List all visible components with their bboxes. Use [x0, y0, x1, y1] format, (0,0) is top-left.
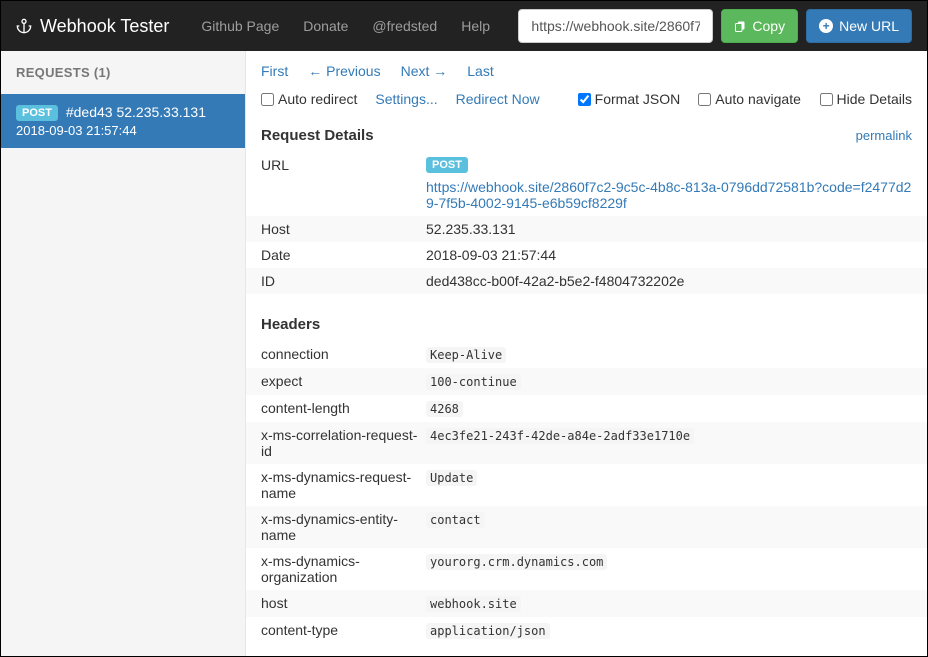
header-key: x-ms-dynamics-entity-name [261, 511, 426, 543]
format-json-toggle[interactable]: Format JSON [578, 91, 681, 107]
id-value: ded438cc-b00f-42a2-b5e2-f4804732202e [426, 273, 912, 289]
new-url-label: New URL [839, 18, 899, 34]
sidebar-header: REQUESTS (1) [1, 51, 245, 94]
auto-navigate-toggle[interactable]: Auto navigate [698, 91, 801, 107]
header-value: Update [426, 470, 477, 486]
header-key: x-ms-correlation-request-id [261, 427, 426, 459]
request-item[interactable]: POST #ded43 52.235.33.131 2018-09-03 21:… [1, 94, 245, 148]
headers-title: Headers [246, 308, 927, 341]
pager-first[interactable]: First [261, 63, 288, 79]
url-value-link[interactable]: https://webhook.site/2860f7c2-9c5c-4b8c-… [426, 179, 912, 211]
host-value: 52.235.33.131 [426, 221, 912, 237]
copy-icon [734, 19, 746, 33]
header-key: expect [261, 373, 426, 390]
nav-donate[interactable]: Donate [291, 3, 360, 49]
pager-next[interactable]: Next → [401, 63, 448, 79]
header-key: connection [261, 346, 426, 363]
new-url-button[interactable]: + New URL [806, 9, 912, 43]
date-value: 2018-09-03 21:57:44 [426, 247, 912, 263]
auto-navigate-checkbox[interactable] [698, 93, 711, 106]
pager: First ← Previous Next → Last [246, 51, 927, 85]
url-input[interactable] [518, 9, 713, 43]
content: First ← Previous Next → Last Auto redire… [246, 51, 927, 656]
auto-redirect-toggle[interactable]: Auto redirect [261, 91, 357, 107]
pager-prev[interactable]: ← Previous [308, 63, 380, 79]
header-key: x-ms-dynamics-request-name [261, 469, 426, 501]
nav-right: Copy + New URL [518, 9, 912, 43]
toolbar: Auto redirect Settings... Redirect Now F… [246, 85, 927, 119]
header-key: host [261, 595, 426, 612]
nav-help[interactable]: Help [449, 3, 502, 49]
nav-github[interactable]: Github Page [189, 3, 291, 49]
request-details-title: Request Details permalink [246, 119, 927, 152]
headers-table: connectionKeep-Aliveexpect100-continueco… [246, 341, 927, 644]
header-value: application/json [426, 623, 550, 639]
url-method-badge: POST [426, 157, 468, 173]
settings-link[interactable]: Settings... [375, 91, 437, 107]
header-key: x-ms-dynamics-organization [261, 553, 426, 585]
brand-text: Webhook Tester [40, 16, 169, 37]
nav-links: Github Page Donate @fredsted Help [189, 3, 502, 49]
brand[interactable]: Webhook Tester [16, 16, 169, 37]
date-label: Date [261, 247, 426, 263]
header-value: Keep-Alive [426, 347, 506, 363]
main: REQUESTS (1) POST #ded43 52.235.33.131 2… [1, 51, 927, 656]
header-key: content-type [261, 622, 426, 639]
copy-button[interactable]: Copy [721, 9, 798, 43]
header-value: webhook.site [426, 596, 521, 612]
auto-redirect-checkbox[interactable] [261, 93, 274, 106]
details-table: URL POST https://webhook.site/2860f7c2-9… [246, 152, 927, 294]
header-value: 4ec3fe21-243f-42de-a84e-2adf33e1710e [426, 428, 694, 444]
method-badge: POST [16, 105, 58, 121]
header-key: content-length [261, 400, 426, 417]
url-label: URL [261, 157, 426, 211]
anchor-icon [16, 18, 32, 34]
nav-fredsted[interactable]: @fredsted [360, 3, 449, 49]
header-value: contact [426, 512, 485, 528]
id-label: ID [261, 273, 426, 289]
copy-label: Copy [752, 18, 785, 34]
hide-details-checkbox[interactable] [820, 93, 833, 106]
hide-details-toggle[interactable]: Hide Details [820, 91, 912, 107]
header-value: 100-continue [426, 374, 521, 390]
plus-icon: + [819, 19, 833, 33]
sidebar: REQUESTS (1) POST #ded43 52.235.33.131 2… [1, 51, 246, 656]
redirect-now-link[interactable]: Redirect Now [456, 91, 540, 107]
navbar: Webhook Tester Github Page Donate @freds… [1, 1, 927, 51]
header-value: 4268 [426, 401, 463, 417]
header-value: yourorg.crm.dynamics.com [426, 554, 607, 570]
request-title: #ded43 52.235.33.131 [66, 104, 206, 120]
permalink-link[interactable]: permalink [856, 128, 912, 143]
pager-last[interactable]: Last [467, 63, 493, 79]
host-label: Host [261, 221, 426, 237]
format-json-checkbox[interactable] [578, 93, 591, 106]
request-time: 2018-09-03 21:57:44 [16, 123, 230, 138]
